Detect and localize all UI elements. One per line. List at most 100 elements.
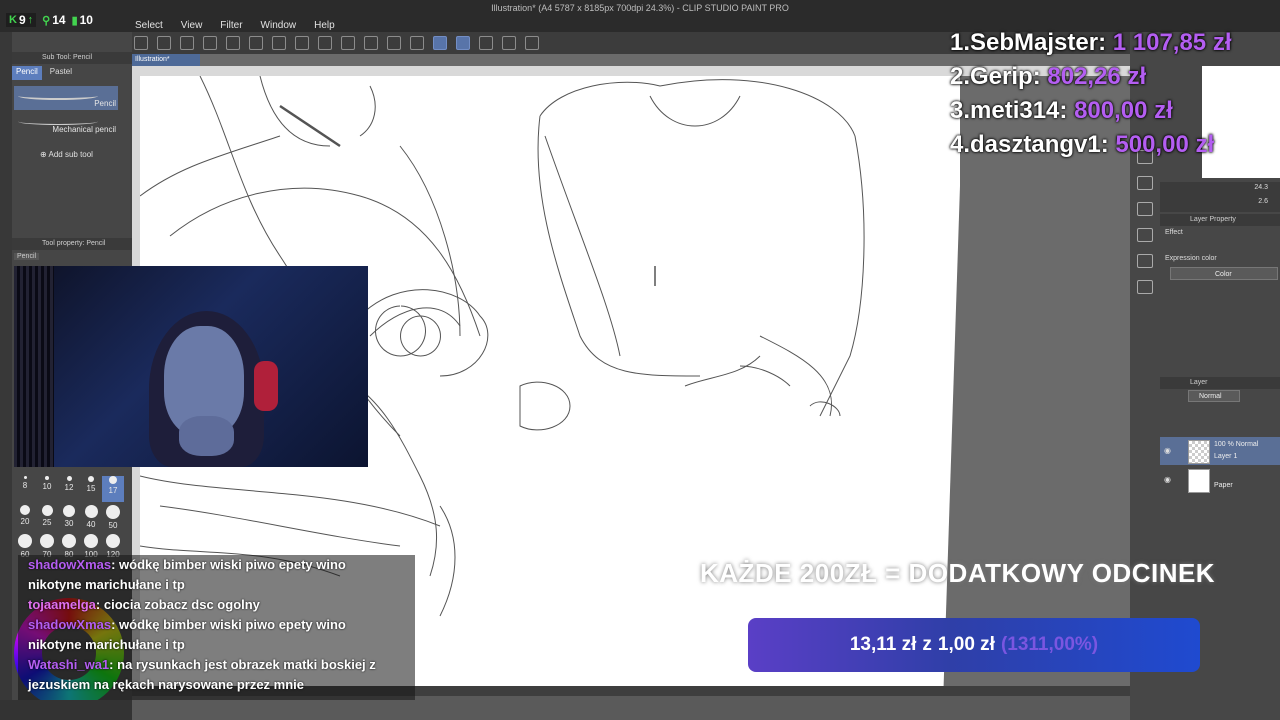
size-label: 30 [64, 519, 74, 528]
brush-size-selected[interactable]: 17 [102, 476, 124, 502]
stat-followers-value: 14 [52, 13, 66, 27]
tab-pencil[interactable]: Pencil [12, 66, 42, 80]
effect-label: Effect [1165, 229, 1183, 236]
menu-help[interactable]: Help [314, 20, 335, 31]
copy-icon[interactable] [226, 36, 240, 50]
brush-size[interactable]: 50 [102, 505, 124, 531]
redo-icon[interactable] [295, 36, 309, 50]
goal-target: 1,00 zł [937, 634, 995, 655]
stat-k: K 9 ↑ [6, 13, 37, 27]
snap-ruler-icon[interactable] [433, 36, 447, 50]
material-icon[interactable] [1137, 202, 1153, 216]
size-label: 40 [86, 520, 96, 529]
brush-size[interactable]: 8 [14, 476, 36, 502]
size-dot [84, 505, 98, 518]
blend-mode-select[interactable]: Normal [1188, 390, 1240, 402]
paste-icon[interactable] [249, 36, 263, 50]
donor-name: Gerip: [970, 63, 1041, 90]
window-title: Illustration* (A4 5787 x 8185px 700dpi 2… [491, 3, 789, 13]
brush-pencil[interactable]: Pencil [14, 86, 118, 110]
layer-name: Layer 1 [1214, 453, 1238, 460]
size-dot [106, 534, 120, 548]
stat-viewers: ▮ 10 [72, 13, 93, 27]
menu-window[interactable]: Window [261, 20, 297, 31]
deselect-icon[interactable] [387, 36, 401, 50]
donation-leaderboard: 1.SebMajster: 1 107,85 zł 2.Gerip: 802,2… [950, 26, 1232, 162]
zoom-value[interactable]: 24.3 [1254, 184, 1268, 191]
chat-message-cont: jezuskiem na rękach narysowane przez mni… [28, 677, 305, 692]
stat-followers: ⚲ 14 [42, 13, 65, 27]
size-dot [23, 476, 27, 479]
donor-name: dasztangv1: [970, 131, 1109, 158]
size-dot [41, 505, 53, 516]
timeline-icon[interactable] [1137, 254, 1153, 268]
eye-icon[interactable]: ◉ [1164, 475, 1171, 484]
auto-action-icon[interactable] [1137, 280, 1153, 294]
save-icon[interactable] [203, 36, 217, 50]
size-dot [109, 476, 117, 484]
webcam-overlay [14, 266, 368, 467]
menu-icon[interactable] [134, 36, 148, 50]
clear-icon[interactable] [318, 36, 332, 50]
expression-color-select[interactable]: Color [1170, 267, 1278, 280]
subtool-header: Sub Tool: Pencil [12, 52, 132, 64]
chat-username: shadowXmas [28, 617, 112, 632]
brush-size[interactable]: 40 [80, 505, 102, 531]
brush-size[interactable]: 25 [36, 505, 58, 531]
brush-size[interactable]: 20 [14, 505, 36, 531]
layer-mode-label: 100 % Normal [1214, 441, 1259, 448]
brush-size[interactable]: 30 [58, 505, 80, 531]
search-layer-icon[interactable] [1137, 176, 1153, 190]
layer-panel-header: Layer [1160, 377, 1280, 389]
chat-overlay: shadowXmas: wódkę bimber wiski piwo epet… [18, 555, 415, 700]
leaderboard-row: 4.dasztangv1: 500,00 zł [950, 128, 1232, 162]
brush-mechanical-label: Mechanical pencil [52, 125, 116, 134]
new-icon[interactable] [157, 36, 171, 50]
rank: 4. [950, 131, 971, 158]
brush-size[interactable]: 10 [36, 476, 58, 502]
menu: Select View Filter Window Help [135, 20, 353, 31]
layer-row[interactable]: ◉ 100 % Normal Layer 1 [1160, 437, 1280, 465]
size-dot [40, 534, 54, 548]
phone-icon[interactable] [502, 36, 516, 50]
size-label: 25 [42, 518, 52, 527]
stat-k-value: 9 [18, 13, 26, 27]
rank: 1. [950, 29, 971, 56]
tab-pastel[interactable]: Pastel [46, 66, 76, 80]
document-tab[interactable]: Illustration* [132, 54, 200, 66]
open-icon[interactable] [180, 36, 194, 50]
undo-icon[interactable] [272, 36, 286, 50]
layer-row[interactable]: ◉ Paper [1160, 466, 1280, 494]
brush-size-palette: 8 10 12 15 17 20 25 30 40 50 60 70 80 10… [14, 476, 124, 560]
subtool-tabs: Pencil Pastel [12, 66, 132, 80]
size-label: 10 [42, 482, 52, 491]
brush-size[interactable]: 15 [80, 476, 102, 502]
add-sub-tool-button[interactable]: ⊕ Add sub tool [40, 150, 93, 159]
eye-icon[interactable]: ◉ [1164, 446, 1171, 455]
rotate-value[interactable]: 2.6 [1258, 198, 1268, 205]
ruler-icon[interactable] [479, 36, 493, 50]
invert-icon[interactable] [410, 36, 424, 50]
brush-size[interactable]: 12 [58, 476, 80, 502]
donation-amount: 802,26 zł [1047, 63, 1147, 90]
fill-icon[interactable] [341, 36, 355, 50]
leaderboard-row: 3.meti314: 800,00 zł [950, 94, 1232, 128]
goal-banner: KAŻDE 200ZŁ = DODATKOWY ODCINEK [700, 558, 1216, 588]
chat-username: tojaamelga [28, 597, 96, 612]
person-icon: ⚲ [42, 14, 51, 27]
snap-grid-icon[interactable] [456, 36, 470, 50]
menu-view[interactable]: View [181, 20, 203, 31]
donation-amount: 500,00 zł [1115, 131, 1215, 158]
donor-name: SebMajster: [970, 29, 1107, 56]
expression-color-label: Expression color [1165, 255, 1217, 262]
layer-thumbnail [1188, 440, 1210, 464]
settings-icon[interactable] [525, 36, 539, 50]
chat-message: shadowXmas: wódkę bimber wiski piwo epet… [28, 557, 346, 572]
brush-mechanical-pencil[interactable]: Mechanical pencil [14, 112, 118, 136]
layer-thumbnail [1188, 469, 1210, 493]
menu-filter[interactable]: Filter [220, 20, 242, 31]
menu-select[interactable]: Select [135, 20, 163, 31]
headphone-icon [254, 361, 278, 411]
transform-icon[interactable] [364, 36, 378, 50]
history-icon[interactable] [1137, 228, 1153, 242]
